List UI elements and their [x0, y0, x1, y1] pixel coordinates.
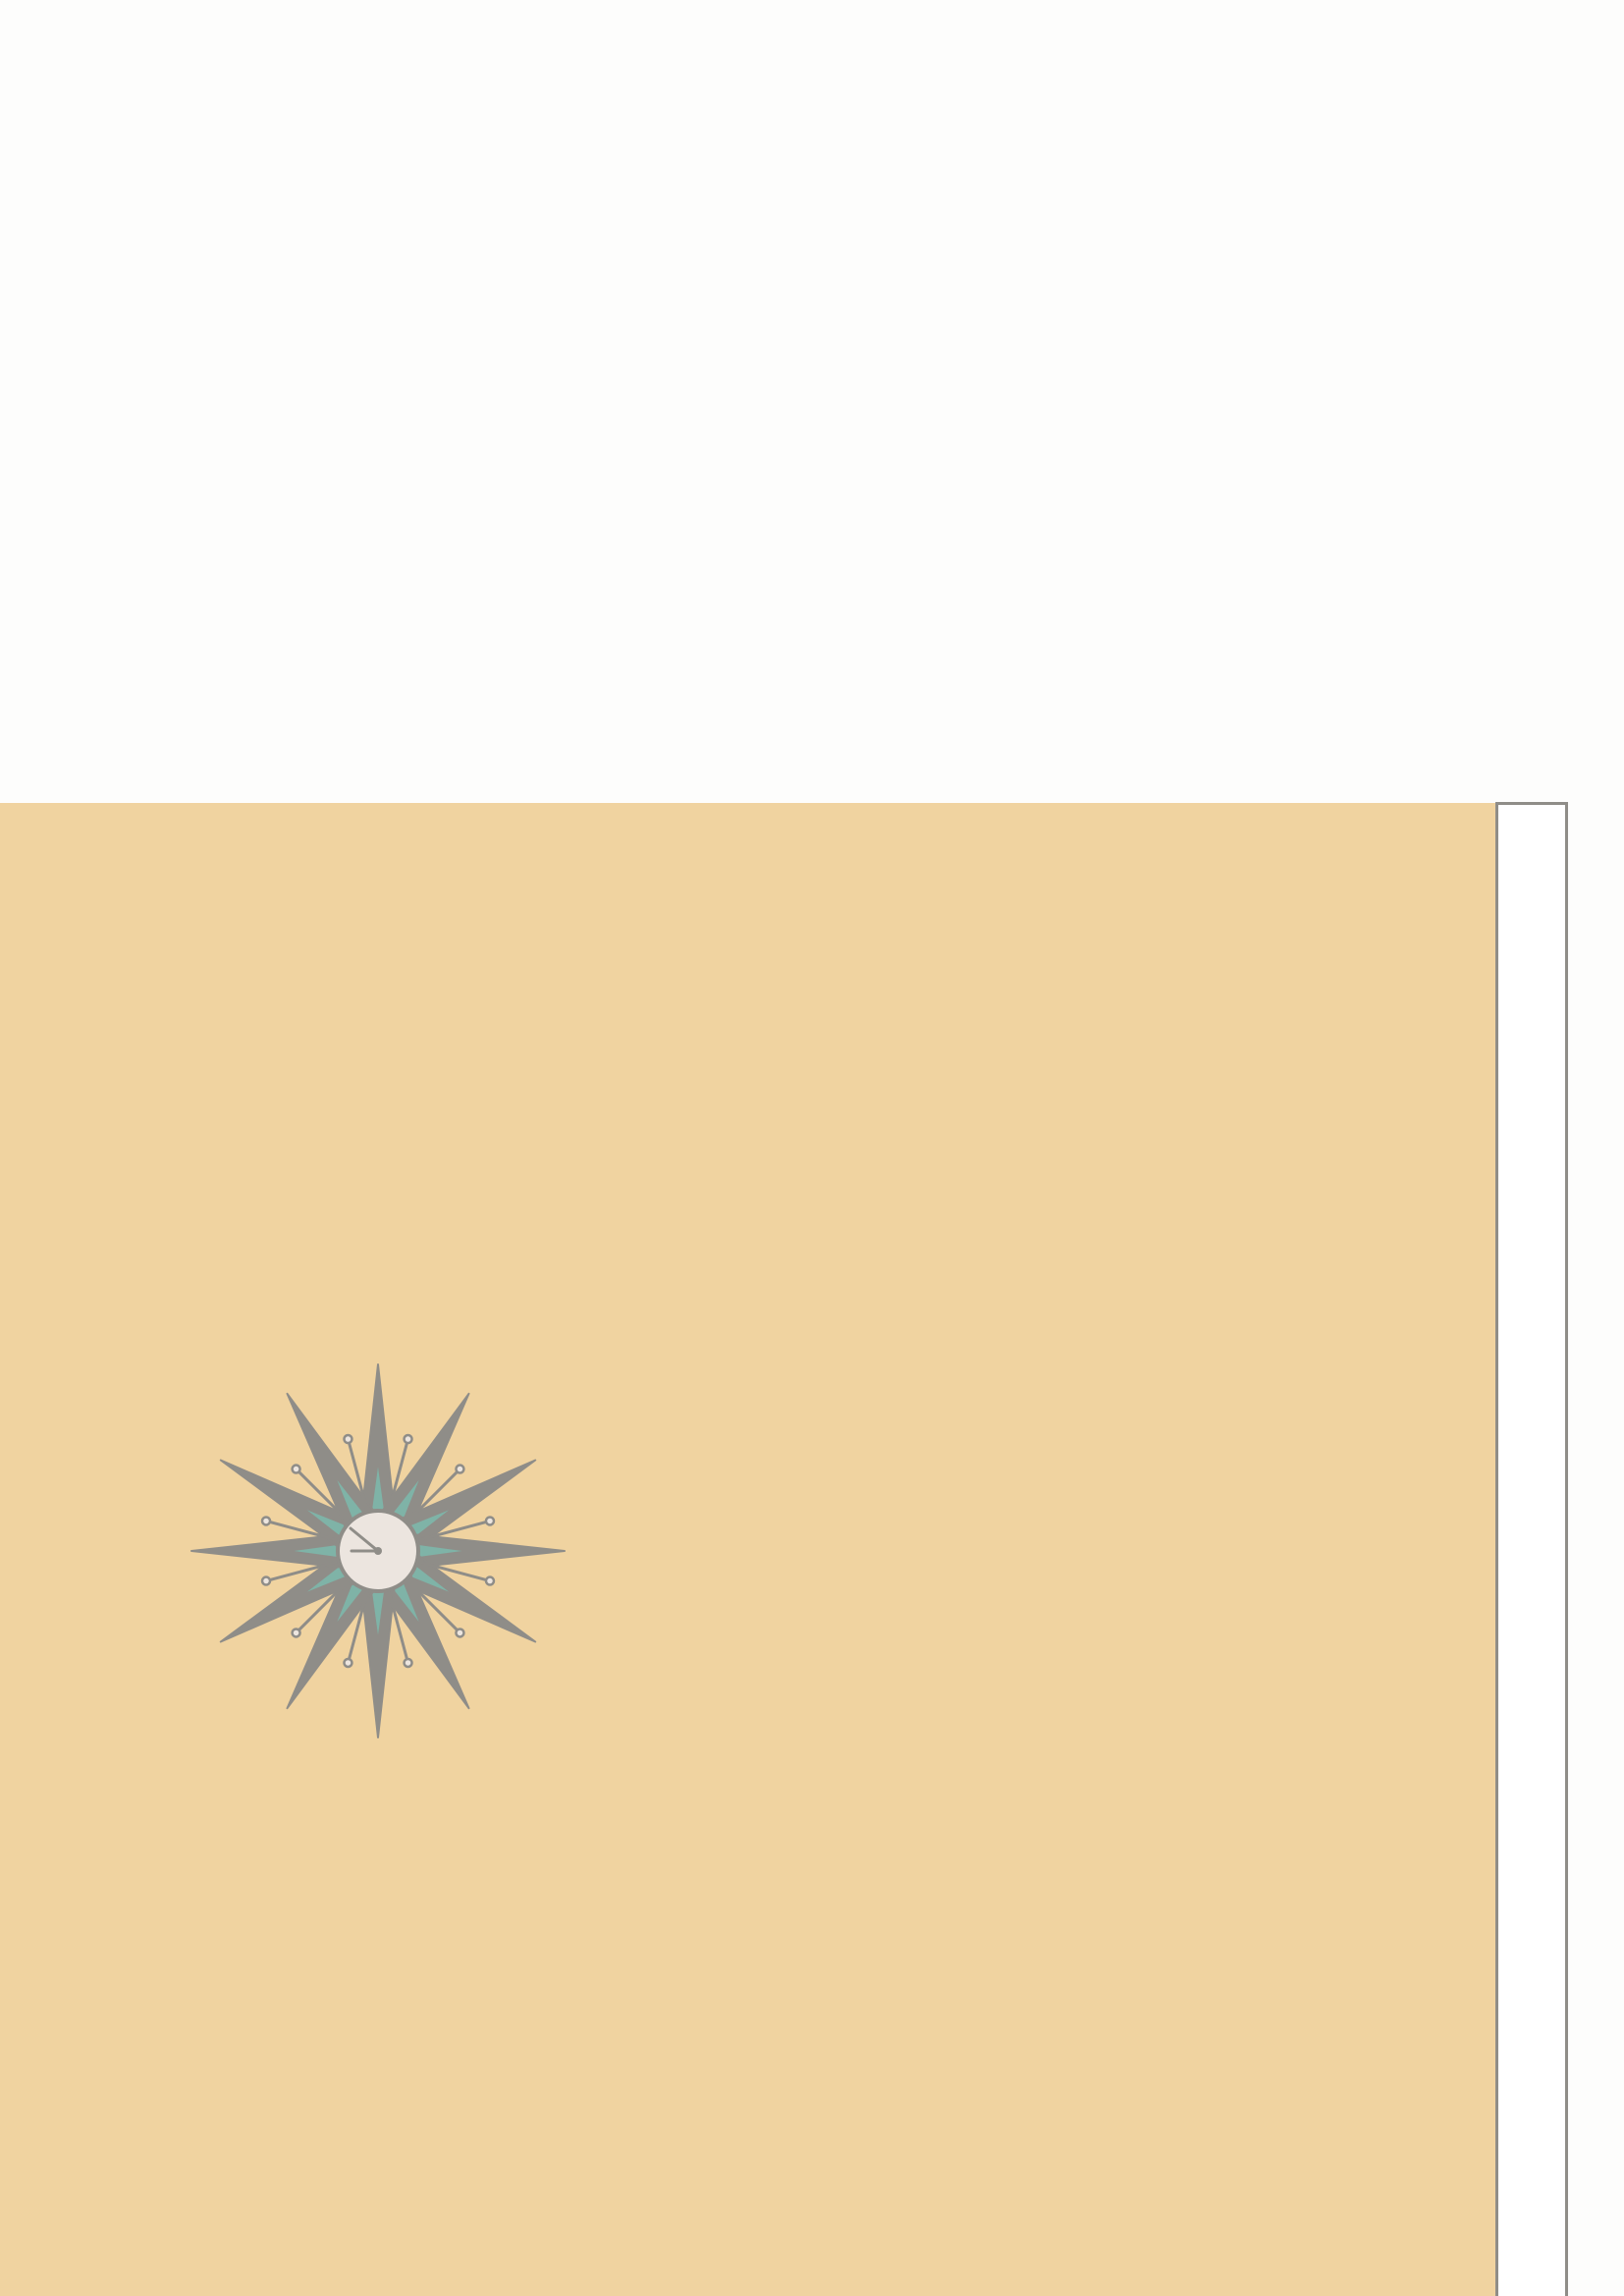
clock-stick-ball: [291, 1464, 301, 1474]
clock-stick-ball: [260, 1516, 272, 1526]
clock-stick-ball: [260, 1575, 272, 1586]
door-frame: [1495, 802, 1568, 2296]
clock-stick-ball: [403, 1657, 413, 1669]
clock-stick-ball: [455, 1464, 465, 1474]
clock-stick-ball: [343, 1433, 353, 1445]
clock-center-pin: [374, 1547, 382, 1555]
sunburst-clock-icon: [190, 1363, 566, 1738]
clock-stick-ball: [484, 1575, 496, 1586]
clock-stick-ball: [291, 1628, 301, 1638]
blank-upper-area: [0, 0, 1624, 803]
clock-stick-ball: [455, 1628, 465, 1638]
clock-stick-ball: [484, 1516, 496, 1526]
scene-canvas: [0, 0, 1624, 2296]
clock-stick-ball: [343, 1657, 353, 1669]
clock-stick-ball: [403, 1433, 413, 1445]
